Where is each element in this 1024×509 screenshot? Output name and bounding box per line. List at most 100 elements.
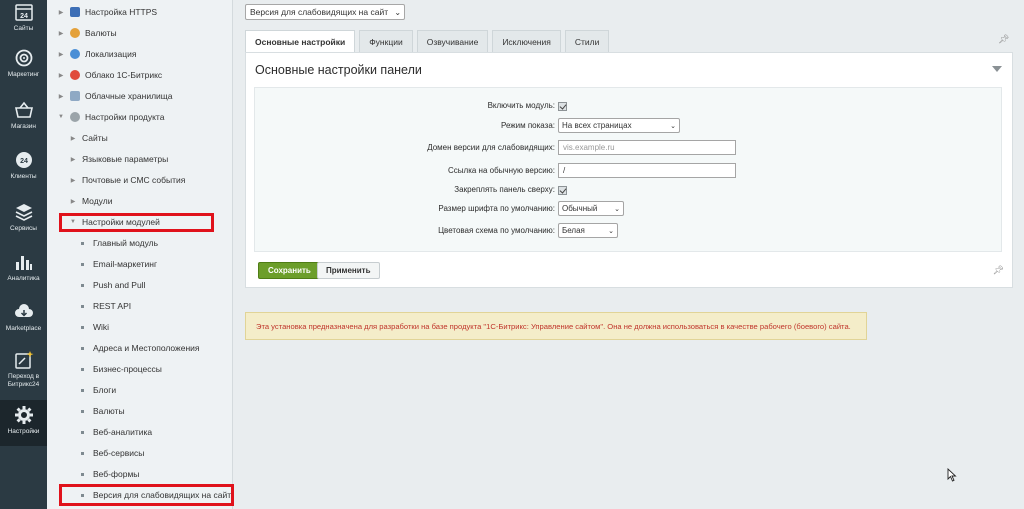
display-mode-select[interactable]: На всех страницах ⌄ xyxy=(558,117,680,133)
tree-item-web-services[interactable]: Веб-сервисы xyxy=(81,444,144,462)
tree-item-push-pull[interactable]: Push and Pull xyxy=(81,276,145,294)
tree-item-web-analytics[interactable]: Веб-аналитика xyxy=(81,423,152,441)
cloud-download-icon xyxy=(14,302,34,322)
bullet-icon xyxy=(81,241,84,245)
storage-icon xyxy=(70,91,80,101)
tree-item-product-settings[interactable]: ▼ Настройки продукта xyxy=(57,108,164,126)
expand-arrow-icon[interactable]: ▶ xyxy=(69,156,77,163)
rail-label: Настройки xyxy=(7,428,40,435)
rail-label: Магазин xyxy=(10,123,37,130)
tree-item-blogs[interactable]: Блоги xyxy=(81,381,116,399)
bullet-icon xyxy=(81,409,84,413)
tree-item-bitrix-cloud[interactable]: ▶ Облако 1С-Битрикс xyxy=(57,66,162,84)
clients-24-icon: 24 xyxy=(14,150,34,170)
form-row-color-scheme: Цветовая схема по умолчанию: Белая ⌄ xyxy=(255,221,1003,239)
expand-arrow-icon[interactable]: ▶ xyxy=(57,51,65,58)
layers-icon xyxy=(14,202,34,222)
collapse-arrow-icon[interactable]: ▼ xyxy=(69,219,77,225)
svg-text:24: 24 xyxy=(20,158,28,165)
rail-label: Marketplace xyxy=(5,325,42,332)
font-size-select[interactable]: Обычный ⌄ xyxy=(558,200,624,216)
bar-chart-icon xyxy=(14,252,34,272)
target-icon xyxy=(14,48,34,68)
chevron-down-icon: ⌄ xyxy=(614,205,620,213)
save-button[interactable]: Сохранить xyxy=(258,262,321,279)
tab-main-settings[interactable]: Основные настройки xyxy=(245,30,356,53)
tab-exceptions[interactable]: Исключения xyxy=(492,30,561,52)
tree-item-main-module[interactable]: Главный модуль xyxy=(81,234,158,252)
tree-item-mail-sms-events[interactable]: ▶ Почтовые и СМС события xyxy=(69,171,186,189)
rail-item-analytics[interactable]: Аналитика xyxy=(0,252,47,283)
expand-arrow-icon[interactable]: ▶ xyxy=(69,177,77,184)
form-row-enable-module: Включить модуль: xyxy=(255,96,1003,114)
bullet-icon xyxy=(81,493,84,497)
bullet-icon xyxy=(81,472,84,476)
domain-input[interactable] xyxy=(558,139,736,155)
field-label: Включить модуль: xyxy=(487,100,555,110)
tree-item-modules[interactable]: ▶ Модули xyxy=(69,192,113,210)
settings-tree: ▶ Настройка HTTPS ▶ Валюты ▶ Локализация… xyxy=(47,0,233,509)
expand-arrow-icon[interactable]: ▶ xyxy=(57,72,65,79)
rail-item-marketing[interactable]: Маркетинг xyxy=(0,48,47,79)
collapse-triangle-icon[interactable] xyxy=(992,66,1002,72)
rail-label: Аналитика xyxy=(7,275,40,282)
tree-item-module-settings[interactable]: ▼ Настройки модулей xyxy=(69,213,160,231)
tree-item-localization[interactable]: ▶ Локализация xyxy=(57,45,137,63)
tree-item-language-params[interactable]: ▶ Языковые параметры xyxy=(69,150,169,168)
calendar-24-icon: 24 xyxy=(14,2,34,22)
svg-text:24: 24 xyxy=(20,13,28,20)
rail-item-bitrix24[interactable]: Переход в Битрикс24 xyxy=(0,350,47,389)
gear-icon xyxy=(70,112,80,122)
expand-arrow-icon[interactable]: ▶ xyxy=(57,93,65,100)
pin-panel-top-checkbox[interactable] xyxy=(558,185,567,195)
tree-item-https[interactable]: ▶ Настройка HTTPS xyxy=(57,3,157,21)
bullet-icon xyxy=(81,283,84,287)
tab-styles[interactable]: Стили xyxy=(564,30,610,52)
rail-item-shop[interactable]: Магазин xyxy=(0,100,47,131)
rail-label: Сервисы xyxy=(10,225,37,232)
cloud-icon xyxy=(70,70,80,80)
tree-item-accessibility-version[interactable]: Версия для слабовидящих на сайт xyxy=(81,486,231,504)
pin-icon[interactable]: 📌︎ xyxy=(998,34,1009,45)
rail-label: Переход в Битрикс24 xyxy=(7,373,40,388)
gear-icon xyxy=(14,405,34,425)
field-label: Ссылка на обычную версию: xyxy=(448,165,555,175)
expand-arrow-icon[interactable]: ▶ xyxy=(69,198,77,205)
site-select-dropdown[interactable]: Версия для слабовидящих на сайт ⌄ xyxy=(245,4,406,20)
chevron-down-icon: ⌄ xyxy=(670,122,676,130)
tree-item-business-processes[interactable]: Бизнес-процессы xyxy=(81,360,162,378)
collapse-arrow-icon[interactable]: ▼ xyxy=(57,114,65,120)
dev-install-warning: Эта установка предназначена для разработ… xyxy=(245,312,867,340)
bullet-icon xyxy=(81,346,84,350)
rail-item-services[interactable]: Сервисы xyxy=(0,202,47,233)
tree-item-email-marketing[interactable]: Email-маркетинг xyxy=(81,255,157,273)
settings-form: Включить модуль: Режим показа: На всех с… xyxy=(254,87,1002,252)
tree-item-web-forms[interactable]: Веб-формы xyxy=(81,465,139,483)
expand-arrow-icon[interactable]: ▶ xyxy=(69,135,77,142)
expand-arrow-icon[interactable]: ▶ xyxy=(57,30,65,37)
form-row-normal-link: Ссылка на обычную версию: xyxy=(255,161,1003,179)
field-label: Режим показа: xyxy=(500,120,555,130)
enable-module-checkbox[interactable] xyxy=(558,101,567,111)
expand-arrow-icon[interactable]: ▶ xyxy=(57,9,65,16)
pin-icon[interactable]: 📌︎ xyxy=(993,265,1004,276)
bullet-icon xyxy=(81,388,84,392)
tree-item-currencies[interactable]: Валюты xyxy=(81,402,125,420)
tree-item-currency[interactable]: ▶ Валюты xyxy=(57,24,117,42)
tree-item-cloud-storage[interactable]: ▶ Облачные хранилища xyxy=(57,87,173,105)
rail-item-clients[interactable]: 24 Клиенты xyxy=(0,150,47,181)
rail-item-marketplace[interactable]: Marketplace xyxy=(0,302,47,333)
rail-item-settings[interactable]: Настройки xyxy=(0,400,47,446)
apply-button[interactable]: Применить xyxy=(317,262,380,279)
tree-item-rest-api[interactable]: REST API xyxy=(81,297,131,315)
tab-functions[interactable]: Функции xyxy=(359,30,413,52)
tab-voiceover[interactable]: Озвучивание xyxy=(416,30,489,52)
globe-icon xyxy=(70,49,80,59)
normal-version-link-input[interactable] xyxy=(558,162,736,178)
rail-item-sites[interactable]: 24 Сайты xyxy=(0,2,47,33)
tree-item-sites[interactable]: ▶ Сайты xyxy=(69,129,108,147)
form-row-display-mode: Режим показа: На всех страницах ⌄ xyxy=(255,116,1003,134)
tree-item-wiki[interactable]: Wiki xyxy=(81,318,109,336)
tree-item-addresses[interactable]: Адреса и Местоположения xyxy=(81,339,200,357)
color-scheme-select[interactable]: Белая ⌄ xyxy=(558,222,618,238)
